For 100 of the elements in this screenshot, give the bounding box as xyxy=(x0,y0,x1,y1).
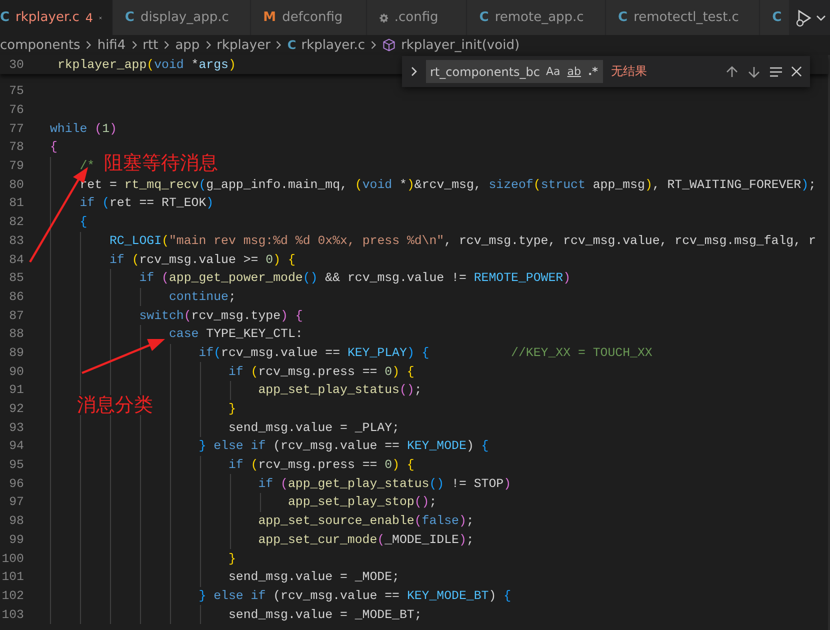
code-line: switch(rcv_msg.type) { xyxy=(139,308,303,323)
code-line: if (rcv_msg.press == 0) { xyxy=(228,364,414,379)
line-number: 75 xyxy=(8,84,24,98)
gear-icon xyxy=(378,10,388,24)
code-line: } xyxy=(228,402,236,416)
editor-tab[interactable]: .config xyxy=(366,0,468,35)
chevron-right-icon xyxy=(85,40,92,50)
code-line: if (app_get_power_mode() && rcv_msg.value != REMOTE_POWER) xyxy=(139,271,571,286)
breadcrumb-item[interactable]: rtt xyxy=(142,38,158,52)
annotation-text: 消息分类 xyxy=(77,395,153,415)
line-number: 90 xyxy=(8,364,24,379)
file-type-icon: C xyxy=(618,10,628,25)
tab-label: remotectl_test.c xyxy=(634,10,739,25)
file-type-icon: M xyxy=(263,10,276,25)
editor-tab[interactable]: C remotectl_test.c xyxy=(606,0,760,35)
menu-icon[interactable] xyxy=(769,64,783,78)
code-line: app_set_source_enable(false); xyxy=(258,514,474,528)
code-line: if (app_get_play_status() != STOP) xyxy=(258,476,512,491)
line-number: 85 xyxy=(8,271,24,286)
line-number: 92 xyxy=(8,402,24,416)
tab-label: defconfig xyxy=(282,10,343,25)
cube-icon xyxy=(382,38,396,52)
editor-tab[interactable]: C display_app.c xyxy=(112,0,252,35)
line-number: 82 xyxy=(8,215,24,230)
chevron-right-icon xyxy=(204,40,212,50)
line-number: 101 xyxy=(0,570,24,584)
editor-tab[interactable]: M defconfig xyxy=(251,0,366,35)
breadcrumb-item[interactable]: rkplayer.c xyxy=(301,38,366,52)
line-number: 88 xyxy=(8,327,24,342)
chevron-right-icon xyxy=(130,40,138,50)
line-number: 89 xyxy=(8,346,24,360)
code-line: app_set_play_stop(); xyxy=(288,495,437,510)
code-line: ret = rt_mq_recv(g_app_info.main_mq, (void *)&rcv_msg, sizeof(struct app_msg), RT_WAITING_FOREVER); xyxy=(80,178,816,192)
code-line: continue; xyxy=(168,290,236,304)
chevron-right-icon xyxy=(163,40,170,50)
find-option-toggle[interactable]: .* xyxy=(587,65,599,78)
tab-label: display_app.c xyxy=(140,10,229,25)
code-line: send_msg.value = _MODE; xyxy=(228,570,400,584)
line-number: 81 xyxy=(8,196,24,210)
code-line: } xyxy=(228,552,236,566)
line-number: 78 xyxy=(8,140,24,154)
code-line: send_msg.value = _MODE_BT; xyxy=(228,608,422,622)
line-number: 87 xyxy=(8,308,24,323)
file-type-icon: C xyxy=(0,10,10,25)
find-option-toggle[interactable]: ab xyxy=(566,65,582,78)
line-number: 93 xyxy=(8,420,24,435)
code-line: { xyxy=(50,140,58,154)
arrow-up-icon[interactable] xyxy=(725,64,739,78)
find-option-toggle[interactable]: Aa xyxy=(545,65,562,78)
editor-tab[interactable]: C xyxy=(760,0,790,35)
line-number: 102 xyxy=(0,588,24,603)
breadcrumb-item[interactable]: rkplayer xyxy=(216,38,270,52)
code-line: send_msg.value = _PLAY; xyxy=(228,420,400,435)
editor-tab[interactable]: C remote_app.c xyxy=(467,0,606,35)
line-number: 98 xyxy=(8,514,24,528)
code-line: app_set_cur_mode(_MODE_IDLE); xyxy=(258,532,474,547)
breadcrumb-item[interactable]: hifi4 xyxy=(97,38,126,52)
breadcrumb-item[interactable]: components xyxy=(0,38,80,52)
line-number: 86 xyxy=(8,290,24,304)
file-type-icon: C xyxy=(124,10,134,25)
code-line: if(rcv_msg.value == KEY_PLAY) { //KEY_XX = TOUCH_XX xyxy=(198,346,652,360)
line-number: 79 xyxy=(8,159,24,174)
code-line: rkplayer_app(void *args) xyxy=(57,58,236,72)
code-line: if (ret == RT_EOK) xyxy=(80,196,214,210)
chevron-down-icon[interactable] xyxy=(816,12,826,22)
file-type-icon: C xyxy=(772,10,782,25)
chevron-right-icon xyxy=(370,40,378,50)
editor-tab[interactable]: C rkplayer.c 4 xyxy=(0,0,113,35)
arrow-down-icon[interactable] xyxy=(747,64,761,78)
problem-count: 4 xyxy=(85,10,94,24)
line-number: 100 xyxy=(0,552,24,566)
code-line: app_set_play_status(); xyxy=(258,383,422,398)
tab-label: .config xyxy=(394,10,438,25)
code-line: /* xyxy=(80,159,95,174)
tab-label: remote_app.c xyxy=(494,10,584,25)
line-number: 103 xyxy=(0,608,24,622)
line-number: 94 xyxy=(8,439,24,454)
close-icon[interactable] xyxy=(791,66,802,77)
tab-label: rkplayer.c xyxy=(16,10,80,25)
code-line: } else if (rcv_msg.value == KEY_MODE) { xyxy=(198,439,489,454)
line-number: 80 xyxy=(8,178,24,192)
code-line: } else if (rcv_msg.value == KEY_MODE_BT) { xyxy=(198,588,512,603)
chevron-right-icon[interactable] xyxy=(410,66,418,77)
play-icon[interactable] xyxy=(794,8,814,28)
annotation-text: 阻塞等待消息 xyxy=(104,153,218,173)
code-line: if (rcv_msg.value >= 0) { xyxy=(110,252,296,267)
line-number: 95 xyxy=(8,458,24,472)
line-number: 30 xyxy=(8,58,24,72)
breadcrumb-item[interactable]: app xyxy=(175,38,200,52)
find-input-field[interactable]: rt_components_bc Aa ab .* xyxy=(426,60,603,83)
chevron-right-icon xyxy=(275,40,282,50)
line-number: 83 xyxy=(8,234,24,248)
breadcrumb-item[interactable]: rkplayer_init(void) xyxy=(401,38,520,52)
line-number: 97 xyxy=(8,495,24,510)
find-result-text: 无结果 xyxy=(610,63,647,80)
line-number: 77 xyxy=(8,122,24,136)
code-line: RC_LOGI("main rev msg:%d %d 0x%x, press %d\n", rcv_msg.type, rcv_msg.value, rcv_msg.msg_falg, r xyxy=(110,234,816,248)
file-type-icon: C xyxy=(479,10,489,25)
line-number: 76 xyxy=(8,103,24,118)
code-line: { xyxy=(80,215,88,230)
